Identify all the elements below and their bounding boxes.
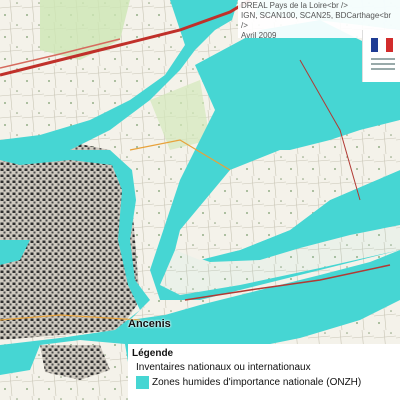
prefecture-logo — [362, 30, 400, 82]
town-label-ancenis: Ancenis — [128, 318, 171, 330]
legend-swatch-onzh — [136, 376, 149, 389]
map-view[interactable]: DREAL Pays de la Loire<br /> IGN, SCAN10… — [0, 0, 400, 400]
legend-item-onzh: Zones humides d'importance nationale (ON… — [132, 376, 396, 389]
credits-line-1: DREAL Pays de la Loire<br /> — [241, 1, 348, 10]
french-republic-flag-icon — [371, 38, 393, 52]
logo-text-lines — [371, 58, 395, 73]
legend-title: Légende — [132, 348, 174, 359]
map-canvas — [0, 0, 400, 400]
credits-line-2: IGN, SCAN100, SCAN25, BDCarthage<br /> — [241, 11, 392, 30]
legend-group-label: Inventaires nationaux ou internationaux — [136, 362, 311, 373]
legend-item-label: Zones humides d'importance nationale (ON… — [152, 377, 362, 388]
map-legend: Légende Inventaires nationaux ou interna… — [128, 344, 400, 400]
